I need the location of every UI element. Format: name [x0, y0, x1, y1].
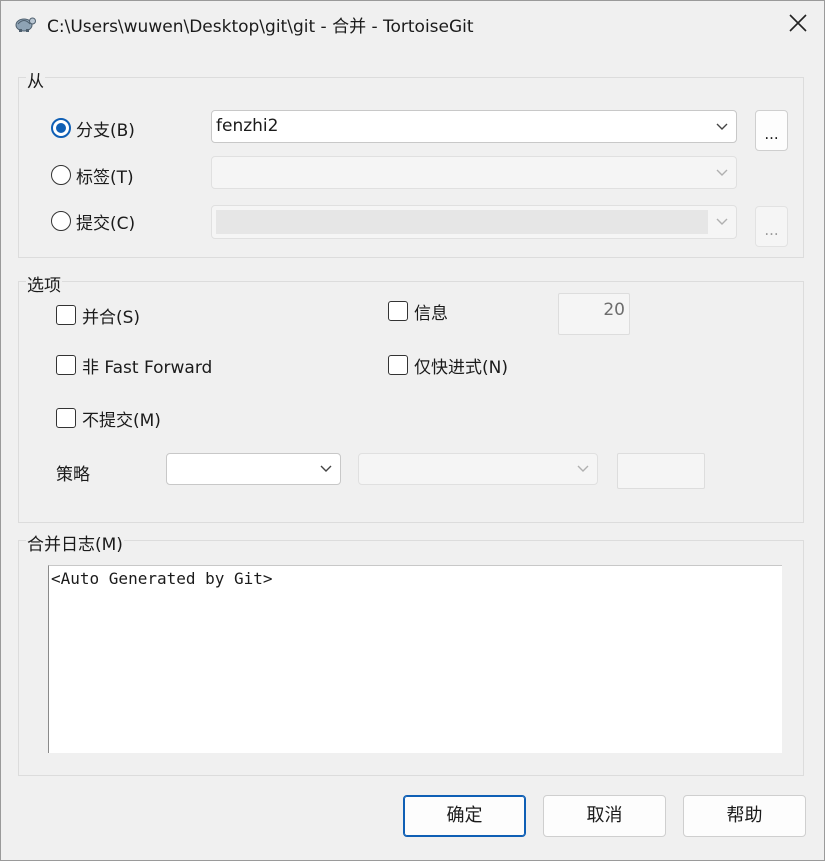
merge-log-textarea[interactable]: <Auto Generated by Git>	[48, 565, 782, 753]
branch-combobox-value: fenzhi2	[216, 116, 279, 136]
ff-only-checkbox[interactable]: 仅快进式(N)	[388, 352, 508, 378]
title-bar: C:\Users\wuwen\Desktop\git\git - 合并 - To…	[1, 1, 824, 45]
checkbox-box	[56, 355, 76, 375]
message-checkbox[interactable]: 信息	[388, 298, 448, 324]
radio-indicator	[51, 165, 71, 185]
help-button[interactable]: 帮助	[683, 795, 806, 837]
from-group-label: 从	[26, 67, 45, 92]
commit-combobox-field	[216, 210, 708, 234]
branch-browse-label: ...	[764, 125, 779, 143]
merge-log-group-label: 合并日志(M)	[26, 530, 124, 555]
tag-radio-label: 标签(T)	[76, 167, 134, 188]
ff-only-checkbox-label: 仅快进式(N)	[414, 357, 508, 378]
no-ff-checkbox-label: 非 Fast Forward	[82, 357, 213, 378]
radio-selected-indicator	[51, 118, 71, 138]
commit-combobox[interactable]	[211, 205, 737, 239]
strategy-extra-field[interactable]	[617, 453, 705, 489]
window-title: C:\Users\wuwen\Desktop\git\git - 合并 - To…	[47, 17, 474, 37]
merge-dialog: C:\Users\wuwen\Desktop\git\git - 合并 - To…	[0, 0, 825, 861]
close-button[interactable]	[772, 1, 824, 45]
message-count-field[interactable]: 20	[558, 293, 630, 335]
chevron-down-icon	[716, 218, 728, 225]
commit-browse-label: ...	[764, 221, 779, 239]
chevron-down-icon	[577, 465, 589, 472]
branch-browse-button[interactable]: ...	[755, 110, 788, 151]
commit-radio-label: 提交(C)	[76, 213, 136, 234]
options-group-label: 选项	[26, 271, 62, 296]
ok-button[interactable]: 确定	[403, 795, 526, 837]
chevron-down-icon	[716, 169, 728, 176]
branch-radio-label: 分支(B)	[76, 120, 135, 141]
commit-browse-button[interactable]: ...	[755, 206, 788, 247]
radio-indicator	[51, 211, 71, 231]
strategy-option-combobox[interactable]	[358, 453, 598, 485]
strategy-combobox[interactable]	[166, 453, 341, 485]
message-checkbox-label: 信息	[414, 303, 448, 324]
no-commit-checkbox-label: 不提交(M)	[82, 410, 161, 431]
tag-combobox[interactable]	[211, 156, 737, 189]
cancel-button[interactable]: 取消	[543, 795, 666, 837]
no-ff-checkbox[interactable]: 非 Fast Forward	[56, 352, 212, 378]
no-commit-checkbox[interactable]: 不提交(M)	[56, 405, 161, 431]
commit-radio[interactable]: 提交(C)	[51, 208, 135, 234]
checkbox-box	[56, 305, 76, 325]
tortoisegit-icon	[15, 17, 36, 32]
checkbox-box	[388, 355, 408, 375]
branch-radio[interactable]: 分支(B)	[51, 115, 135, 141]
strategy-label: 策略	[56, 465, 90, 485]
chevron-down-icon	[716, 123, 728, 130]
checkbox-box	[56, 408, 76, 428]
chevron-down-icon	[320, 465, 332, 472]
checkbox-box	[388, 301, 408, 321]
squash-checkbox[interactable]: 并合(S)	[56, 302, 140, 328]
close-icon	[789, 14, 807, 32]
squash-checkbox-label: 并合(S)	[82, 307, 141, 328]
tag-radio[interactable]: 标签(T)	[51, 162, 134, 188]
branch-combobox[interactable]: fenzhi2	[211, 110, 737, 143]
